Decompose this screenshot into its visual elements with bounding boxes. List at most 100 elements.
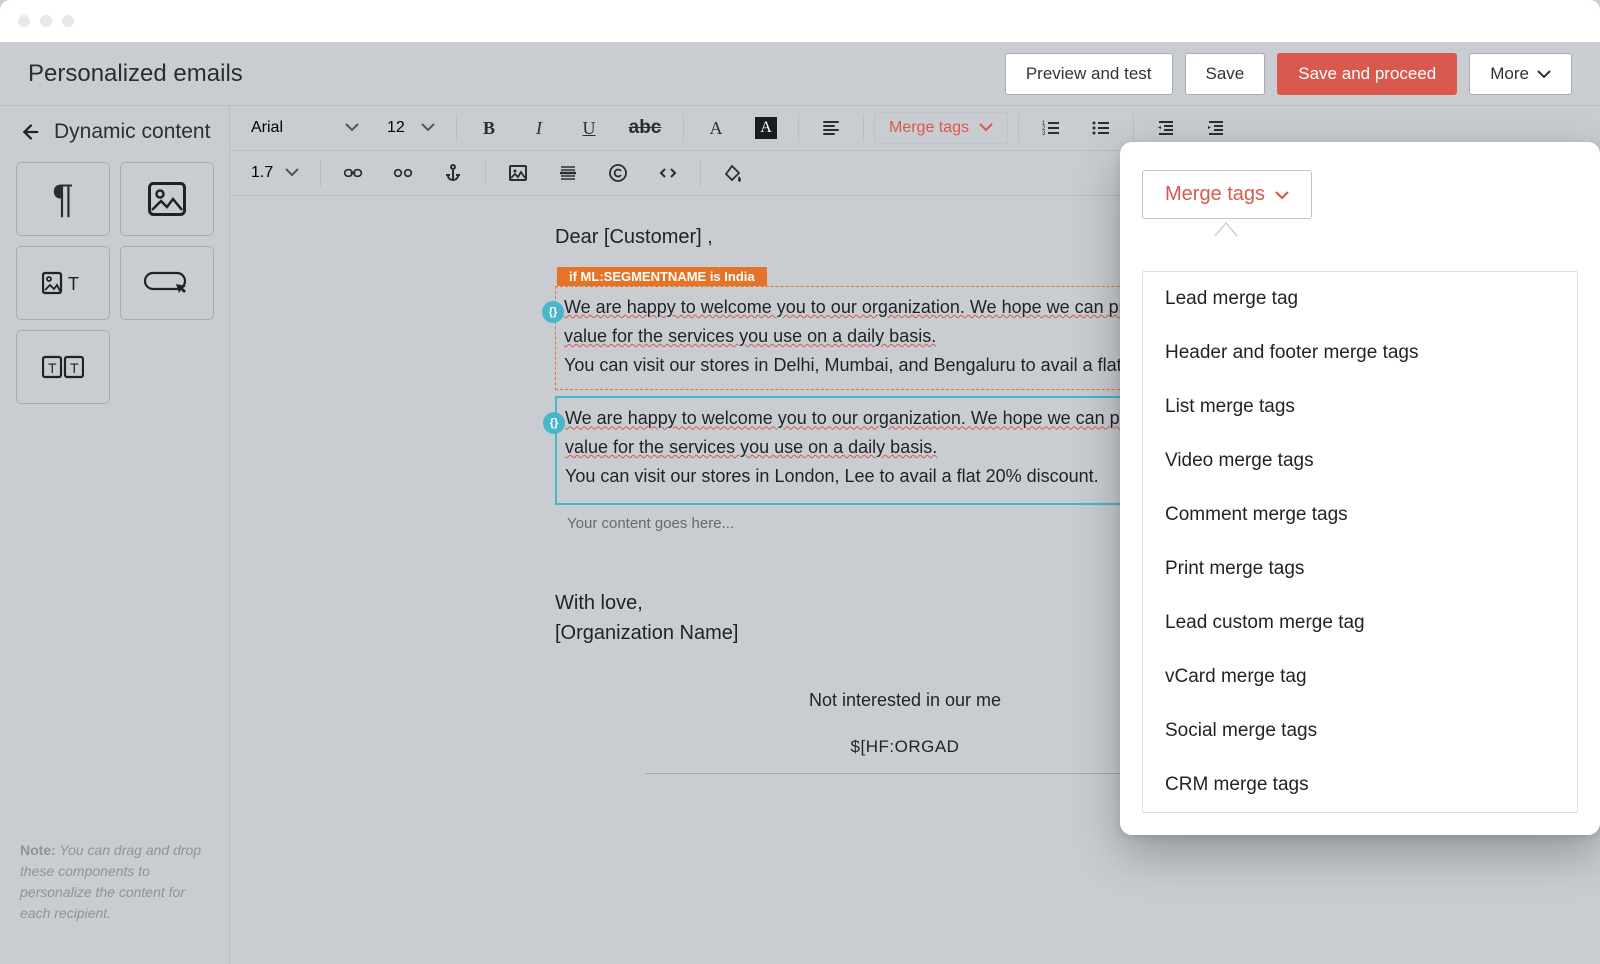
- anchor-icon: [443, 163, 463, 183]
- merge-tag-option[interactable]: Lead merge tag: [1143, 272, 1577, 326]
- condition-tag[interactable]: if ML:SEGMENTNAME is India: [557, 267, 767, 286]
- chevron-down-icon: [1537, 64, 1551, 84]
- svg-text:3: 3: [1042, 131, 1046, 137]
- code-icon: [658, 163, 678, 183]
- merge-tags-label: Merge tags: [889, 119, 969, 137]
- component-image-text[interactable]: T: [16, 246, 110, 320]
- block-badge-icon: {}: [542, 301, 564, 323]
- component-text[interactable]: ¶: [16, 162, 110, 236]
- image-icon: [148, 182, 186, 216]
- window-chrome: [0, 0, 1600, 42]
- chevron-down-icon: [285, 164, 299, 182]
- component-grid: ¶ T T: [12, 162, 221, 404]
- page-title: Personalized emails: [28, 60, 1005, 88]
- copyright-icon: [608, 163, 628, 183]
- traffic-light-icon: [62, 15, 74, 27]
- paragraph-icon: ¶: [52, 179, 73, 219]
- merge-tag-option[interactable]: Header and footer merge tags: [1143, 326, 1577, 380]
- indent-increase-icon: [1206, 118, 1226, 138]
- sidebar-note: Note: You can drag and drop these compon…: [12, 828, 221, 950]
- insert-code-button[interactable]: [646, 157, 690, 189]
- chevron-down-icon: [1275, 183, 1289, 206]
- component-button[interactable]: [120, 246, 214, 320]
- line-height-value: 1.7: [251, 164, 273, 182]
- editor-area: Arial 12 B I U abc A A: [230, 106, 1600, 964]
- line-height-select[interactable]: 1.7: [240, 159, 310, 187]
- chevron-down-icon: [979, 119, 993, 137]
- merge-tag-option[interactable]: Lead custom merge tag: [1143, 596, 1577, 650]
- merge-tag-option[interactable]: Video merge tags: [1143, 434, 1577, 488]
- indent-increase-button[interactable]: [1194, 112, 1238, 144]
- font-size-select[interactable]: 12: [376, 114, 446, 142]
- unlink-icon: [393, 163, 413, 183]
- font-select-value: Arial: [251, 119, 283, 137]
- text-color-button[interactable]: A: [694, 112, 738, 144]
- chevron-down-icon: [421, 119, 435, 137]
- unordered-list-button[interactable]: [1079, 112, 1123, 144]
- component-image[interactable]: [120, 162, 214, 236]
- insert-hr-button[interactable]: [546, 157, 590, 189]
- traffic-light-icon: [40, 15, 52, 27]
- chevron-down-icon: [345, 119, 359, 137]
- header-actions: Preview and test Save Save and proceed M…: [1005, 53, 1572, 95]
- ordered-list-icon: 123: [1041, 118, 1061, 138]
- highlight-icon: A: [755, 117, 777, 139]
- merge-tags-button[interactable]: Merge tags: [874, 112, 1008, 144]
- traffic-light-icon: [18, 15, 30, 27]
- block2b-text: You can visit our stores in London, Lee …: [565, 466, 1099, 486]
- merge-tag-option[interactable]: vCard merge tag: [1143, 650, 1577, 704]
- underline-icon: U: [583, 118, 596, 139]
- strikethrough-icon: abc: [629, 117, 662, 139]
- merge-tags-popover-label: Merge tags: [1165, 183, 1265, 206]
- merge-tag-option[interactable]: List merge tags: [1143, 380, 1577, 434]
- indent-decrease-icon: [1156, 118, 1176, 138]
- font-select[interactable]: Arial: [240, 114, 370, 142]
- merge-tag-option[interactable]: Print merge tags: [1143, 542, 1577, 596]
- align-left-icon: [821, 118, 841, 138]
- insert-copyright-button[interactable]: [596, 157, 640, 189]
- italic-button[interactable]: I: [517, 112, 561, 144]
- merge-tags-popover: Merge tags Lead merge tag Header and foo…: [1120, 142, 1600, 835]
- highlight-button[interactable]: A: [744, 112, 788, 144]
- ordered-list-button[interactable]: 123: [1029, 112, 1073, 144]
- svg-text:T: T: [48, 360, 57, 376]
- sidebar-header: Dynamic content: [12, 120, 221, 162]
- save-button[interactable]: Save: [1185, 53, 1266, 95]
- strikethrough-button[interactable]: abc: [617, 112, 673, 144]
- button-click-icon: [143, 269, 191, 297]
- merge-tags-popover-trigger[interactable]: Merge tags: [1142, 170, 1312, 219]
- unordered-list-icon: [1091, 118, 1111, 138]
- fill-color-button[interactable]: [711, 157, 755, 189]
- preview-button[interactable]: Preview and test: [1005, 53, 1173, 95]
- back-arrow-icon[interactable]: [18, 121, 40, 143]
- underline-button[interactable]: U: [567, 112, 611, 144]
- sidebar-note-label: Note:: [20, 842, 56, 858]
- more-button[interactable]: More: [1469, 53, 1572, 95]
- link-button[interactable]: [331, 157, 375, 189]
- block-badge-icon: {}: [543, 412, 565, 434]
- divider: [645, 773, 1165, 774]
- svg-text:T: T: [68, 274, 79, 294]
- save-and-proceed-button[interactable]: Save and proceed: [1277, 53, 1457, 95]
- insert-image-button[interactable]: [496, 157, 540, 189]
- align-button[interactable]: [809, 112, 853, 144]
- link-icon: [343, 163, 363, 183]
- unlink-button[interactable]: [381, 157, 425, 189]
- font-size-value: 12: [387, 119, 405, 137]
- svg-text:T: T: [70, 360, 79, 376]
- component-columns[interactable]: T T: [16, 330, 110, 404]
- horizontal-rule-icon: [558, 163, 578, 183]
- bold-icon: B: [483, 118, 495, 139]
- indent-decrease-button[interactable]: [1144, 112, 1188, 144]
- merge-tag-option[interactable]: CRM merge tags: [1143, 758, 1577, 812]
- anchor-button[interactable]: [431, 157, 475, 189]
- italic-icon: I: [536, 118, 542, 139]
- merge-tag-option[interactable]: Comment merge tags: [1143, 488, 1577, 542]
- bold-button[interactable]: B: [467, 112, 511, 144]
- sidebar: Dynamic content ¶ T: [0, 106, 230, 964]
- two-column-icon: T T: [42, 354, 84, 380]
- paint-bucket-icon: [723, 163, 743, 183]
- merge-tag-option[interactable]: Social merge tags: [1143, 704, 1577, 758]
- more-button-label: More: [1490, 64, 1529, 84]
- image-text-icon: T: [42, 270, 84, 296]
